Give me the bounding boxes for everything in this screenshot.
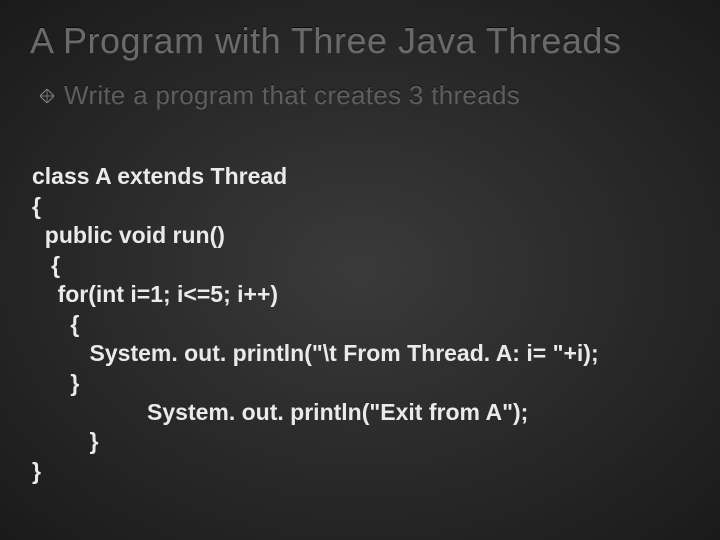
bullet-item: Write a program that creates 3 threads <box>40 80 690 111</box>
bullet-text: Write a program that creates 3 threads <box>64 80 520 111</box>
code-line: class A extends Thread <box>32 163 287 189</box>
code-line: } <box>32 428 98 454</box>
code-line: { <box>32 252 60 278</box>
code-line: System. out. println("\t From Thread. A:… <box>32 340 599 366</box>
code-block: class A extends Thread { public void run… <box>32 133 690 486</box>
slide: A Program with Three Java Threads Write … <box>0 0 720 540</box>
diamond-bullet-icon <box>40 89 54 103</box>
code-line: { <box>32 193 41 219</box>
code-line: } <box>32 370 79 396</box>
code-line: public void run() <box>32 222 225 248</box>
code-line: } <box>32 458 41 484</box>
code-line: { <box>32 311 79 337</box>
code-line: for(int i=1; i<=5; i++) <box>32 281 278 307</box>
page-title: A Program with Three Java Threads <box>30 20 690 62</box>
code-line: System. out. println("Exit from A"); <box>32 399 528 425</box>
